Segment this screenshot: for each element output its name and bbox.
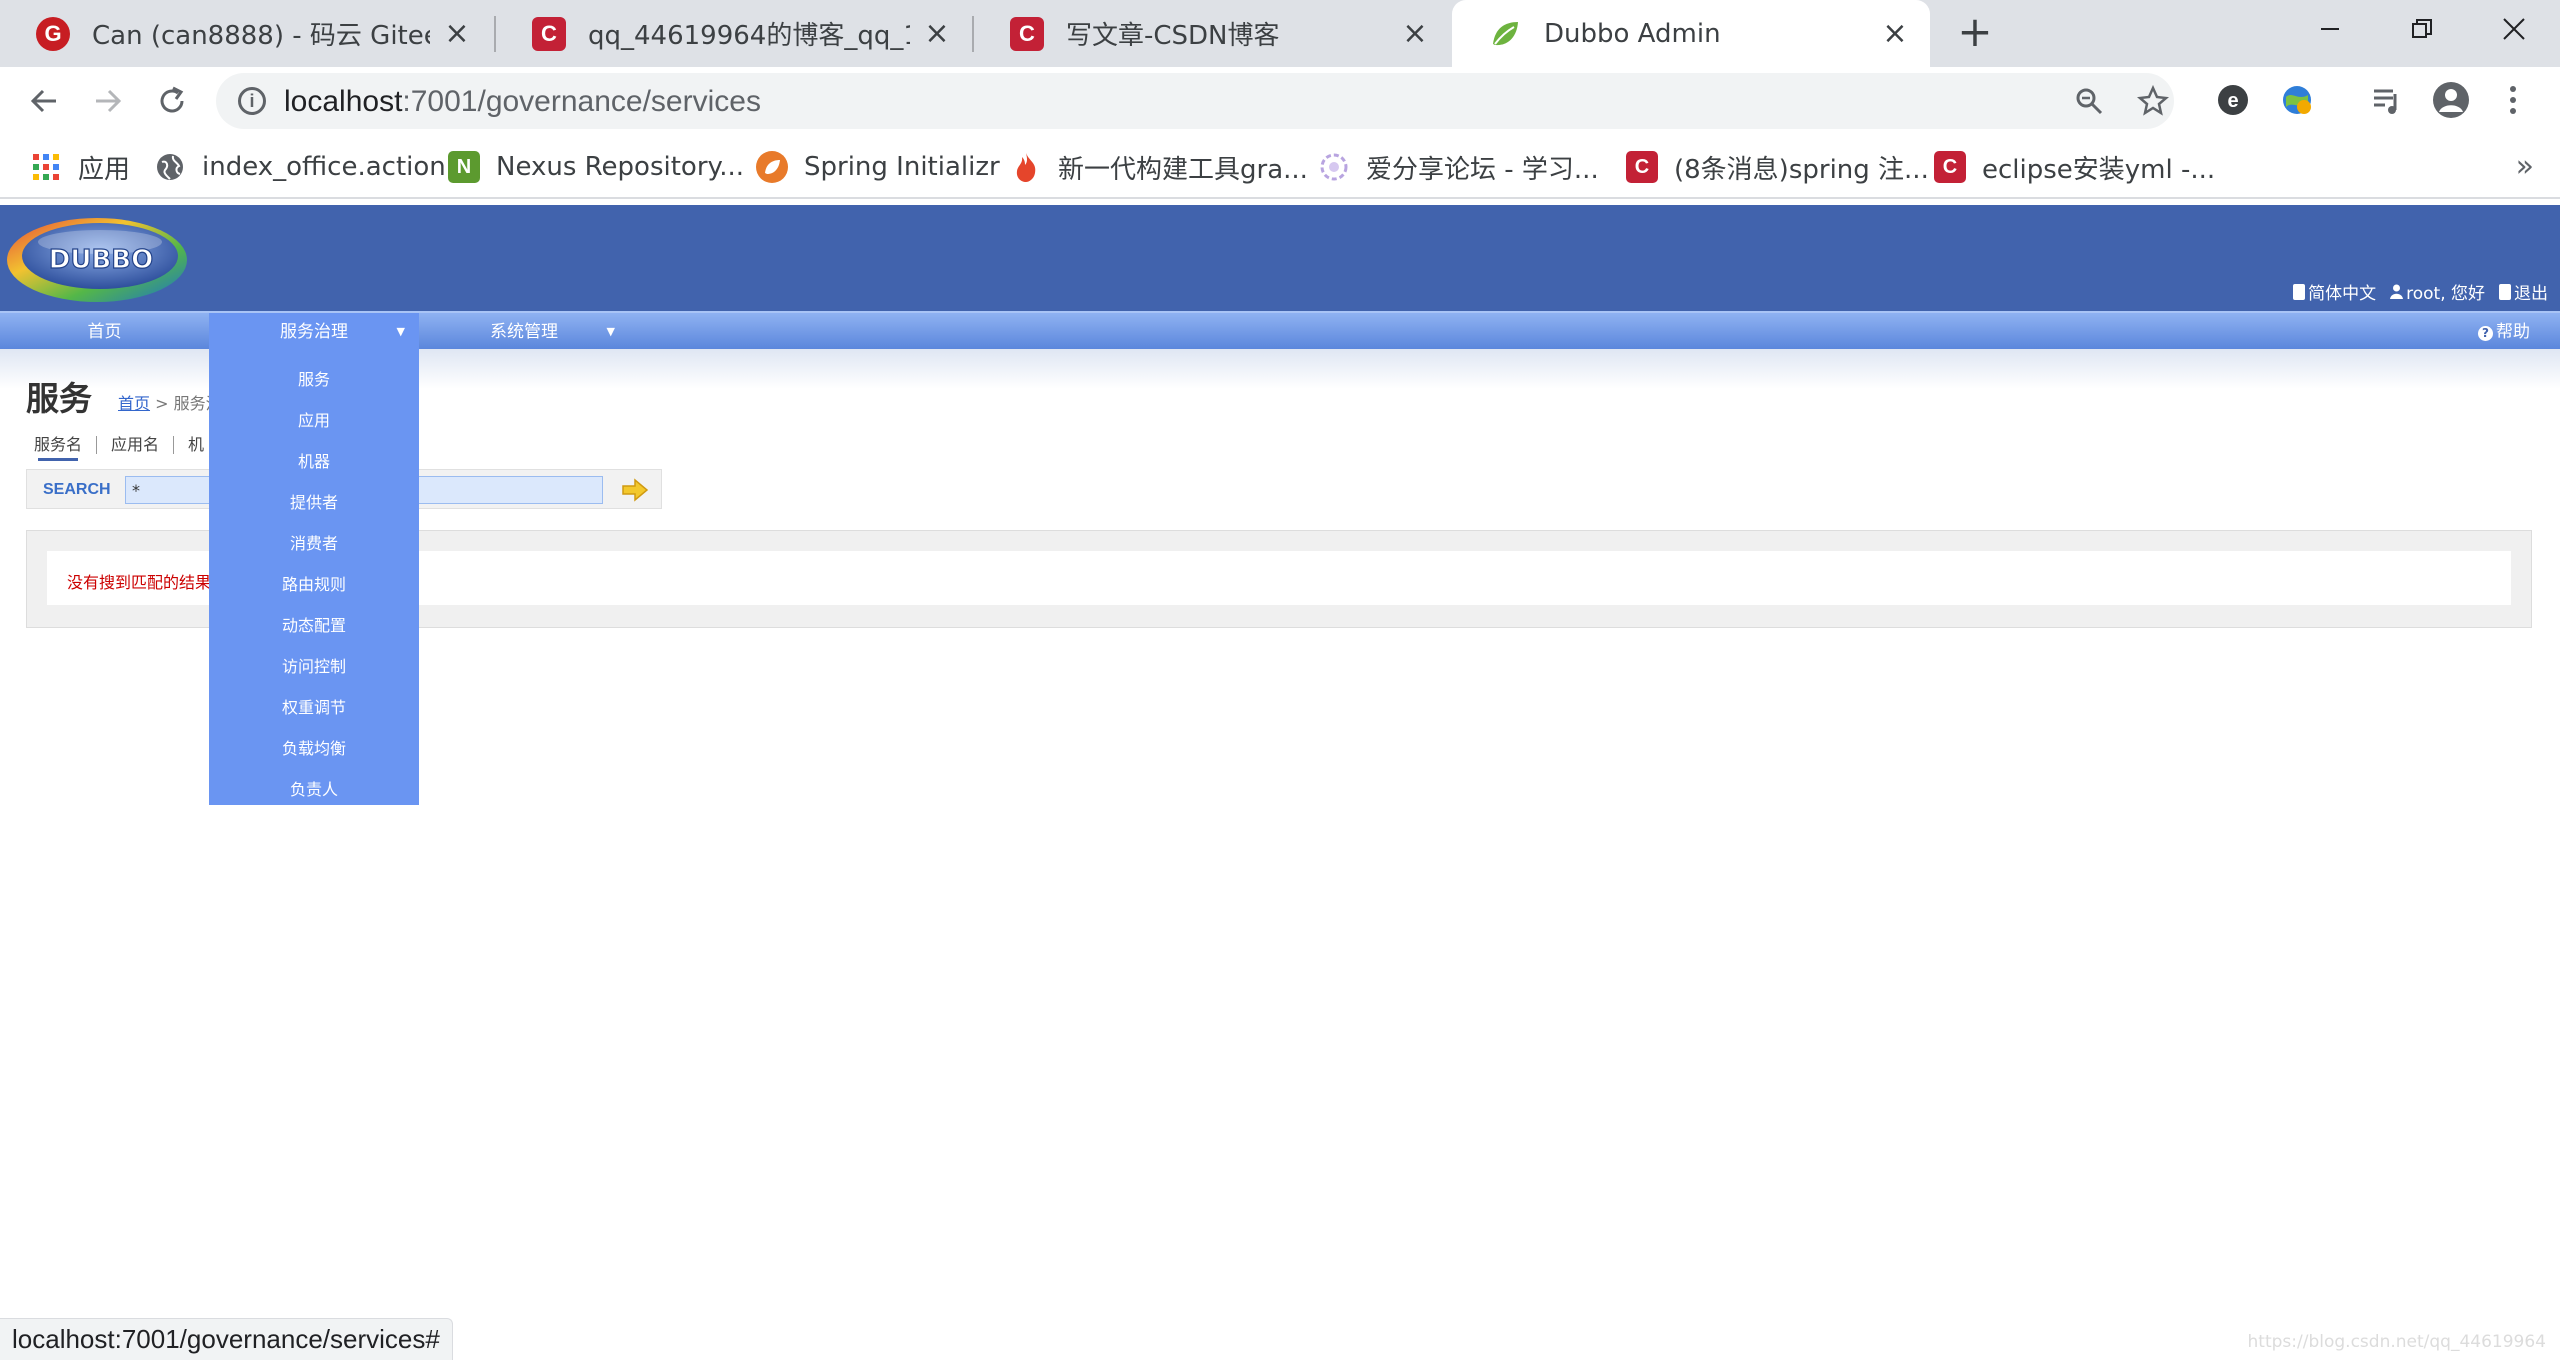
site-info-icon[interactable]: i (238, 87, 266, 115)
tab-dubbo-admin[interactable]: Dubbo Admin × (1452, 0, 1930, 67)
user-icon (2390, 284, 2404, 299)
restore-button[interactable] (2376, 0, 2468, 58)
dropdown-arrow-icon: ▼ (396, 325, 405, 338)
help-link[interactable]: ? 帮助 (2478, 313, 2530, 351)
dropdown-item-applications[interactable]: 应用 (209, 400, 419, 441)
search-type-tabs: 服务名 应用名 机 (34, 436, 232, 461)
globe-icon (154, 151, 186, 183)
bookmark-aifenxiang[interactable]: 爱分享论坛 - 学习... (1318, 147, 1599, 187)
close-icon[interactable]: × (1400, 18, 1430, 49)
tab-title: 写文章-CSDN博客 (1066, 21, 1280, 51)
tab-strip: G Can (can8888) - 码云 Gitee.com × C qq_44… (0, 0, 2560, 67)
svg-text:e: e (2227, 90, 2238, 112)
dropdown-item-services[interactable]: 服务 (209, 359, 419, 400)
extension-globe-icon[interactable] (2274, 77, 2320, 123)
tab-gitee[interactable]: G Can (can8888) - 码云 Gitee.com × (0, 0, 492, 67)
bookmark-nexus[interactable]: N Nexus Repository... (448, 147, 744, 187)
flame-icon (1010, 151, 1042, 183)
dropdown-item-machines[interactable]: 机器 (209, 441, 419, 482)
help-icon: ? (2478, 326, 2493, 341)
menu-service-governance[interactable]: 服务治理 ▼ (209, 313, 419, 351)
csdn-icon: C (1626, 151, 1658, 183)
status-url: localhost:7001/governance/services# (0, 1318, 453, 1360)
aifenxiang-icon (1318, 151, 1350, 183)
dropdown-item-routes[interactable]: 路由规则 (209, 564, 419, 605)
main-menu: 首页 服务治理 ▼ 系统管理 ▼ ? 帮助 (0, 311, 2560, 351)
search-go-arrow-icon[interactable] (621, 478, 649, 502)
dropdown-item-dynamic-config[interactable]: 动态配置 (209, 605, 419, 646)
bookmark-star-icon[interactable] (2130, 78, 2176, 124)
bookmarks-bar: 应用 index_office.action N Nexus Repositor… (0, 135, 2560, 199)
back-button[interactable] (20, 77, 68, 125)
search-label: SEARCH (43, 481, 111, 498)
profile-avatar-icon[interactable] (2428, 77, 2474, 123)
dubbo-logo[interactable]: DUBBO (4, 210, 190, 306)
csdn-icon: C (1010, 16, 1044, 51)
close-icon[interactable]: × (922, 18, 952, 49)
reload-button[interactable] (148, 77, 196, 125)
browser-toolbar: i localhost:7001/governance/services e (0, 67, 2560, 135)
dropdown-item-owners[interactable]: 负责人 (209, 769, 419, 810)
bookmark-spring-initializr[interactable]: Spring Initializr (756, 147, 1000, 187)
bookmark-csdn-eclipse[interactable]: C eclipse安装yml -... (1934, 147, 2215, 187)
spring-leaf-icon (1488, 17, 1522, 51)
breadcrumb-home-link[interactable]: 首页 (118, 394, 150, 413)
bookmark-csdn-spring[interactable]: C (8条消息)spring 注... (1626, 147, 1929, 187)
minimize-button[interactable] (2284, 0, 2376, 58)
zoom-icon[interactable] (2066, 78, 2112, 124)
tab-application-name[interactable]: 应用名 (111, 436, 175, 454)
logout-icon (2499, 283, 2511, 300)
csdn-icon: C (532, 16, 566, 51)
page-title: 服务 (26, 379, 92, 418)
dropdown-item-providers[interactable]: 提供者 (209, 482, 419, 523)
document-icon (2293, 283, 2306, 300)
tab-csdn-blog[interactable]: C qq_44619964的博客_qq_10458 × (496, 0, 972, 67)
gitee-icon: G (36, 16, 70, 51)
breadcrumb: 首页 > 服务治 (118, 394, 222, 413)
bookmark-index-office[interactable]: index_office.action (154, 147, 446, 187)
address-bar[interactable]: i localhost:7001/governance/services (216, 73, 2174, 129)
tab-title: Dubbo Admin (1544, 18, 1721, 49)
media-queue-icon[interactable] (2364, 77, 2410, 123)
watermark: https://blog.csdn.net/qq_44619964 (2247, 1332, 2546, 1352)
browser-menu-icon[interactable] (2490, 77, 2536, 123)
service-governance-dropdown: 服务 应用 机器 提供者 消费者 路由规则 动态配置 访问控制 权重调节 负载均… (209, 349, 419, 805)
url-text: localhost:7001/governance/services (284, 85, 761, 118)
logout-link[interactable]: 退出 (2499, 279, 2548, 304)
bookmark-apps[interactable]: 应用 (30, 147, 130, 187)
dropdown-item-access-control[interactable]: 访问控制 (209, 646, 419, 687)
dropdown-item-load-balance[interactable]: 负载均衡 (209, 728, 419, 769)
dropdown-item-weights[interactable]: 权重调节 (209, 687, 419, 728)
svg-text:DUBBO: DUBBO (49, 245, 153, 275)
extension-ie-icon[interactable]: e (2210, 77, 2256, 123)
close-icon[interactable]: × (1880, 18, 1910, 49)
no-results-message: 没有搜到匹配的结果 (67, 573, 212, 592)
nexus-icon: N (448, 151, 480, 183)
bookmarks-more-button[interactable]: » (2516, 149, 2534, 184)
close-window-button[interactable] (2468, 0, 2560, 58)
dropdown-arrow-icon: ▼ (606, 325, 615, 338)
user-greeting[interactable]: root, 您好 (2390, 279, 2485, 304)
forward-button[interactable] (84, 77, 132, 125)
tab-title: Can (can8888) - 码云 Gitee.com (92, 21, 430, 51)
user-bar: 简体中文 root, 您好 退出 (2293, 279, 2548, 304)
apps-grid-icon (30, 151, 62, 183)
close-icon[interactable]: × (442, 18, 472, 49)
csdn-icon: C (1934, 151, 1966, 183)
language-switch[interactable]: 简体中文 (2293, 279, 2376, 304)
tab-title: qq_44619964的博客_qq_10458 (588, 21, 910, 51)
tab-service-name[interactable]: 服务名 (34, 436, 98, 461)
menu-system-management[interactable]: 系统管理 ▼ (419, 313, 629, 351)
dropdown-item-consumers[interactable]: 消费者 (209, 523, 419, 564)
menu-home[interactable]: 首页 (0, 313, 209, 351)
new-tab-button[interactable]: + (1952, 10, 1998, 56)
spring-icon (756, 151, 788, 183)
bookmark-gradle[interactable]: 新一代构建工具gra... (1010, 147, 1308, 187)
tab-csdn-write[interactable]: C 写文章-CSDN博客 × (974, 0, 1450, 67)
app-header (0, 205, 2560, 311)
